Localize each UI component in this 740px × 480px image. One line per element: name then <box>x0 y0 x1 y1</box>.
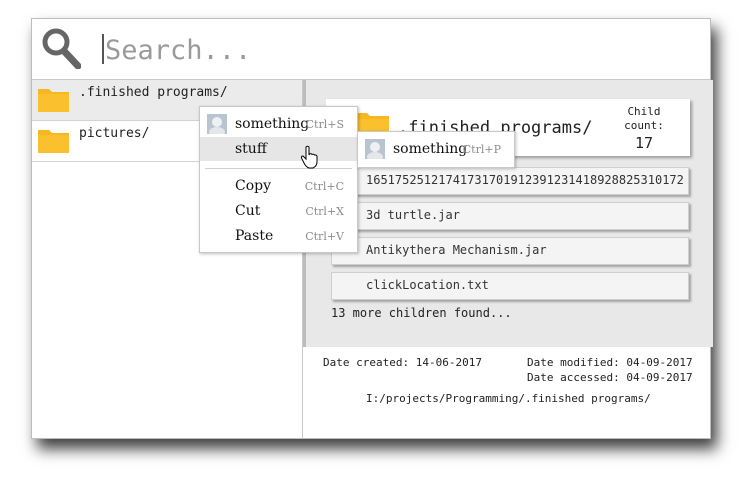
date-accessed: Date accessed: 04-09-2017 <box>527 371 693 384</box>
child-item[interactable]: 3d turtle.jar <box>331 202 689 230</box>
context-menu-label: Cut <box>235 203 261 219</box>
context-menu-label: Paste <box>235 228 274 244</box>
more-children-text: 13 more children found... <box>331 306 512 320</box>
submenu: something Ctrl+P <box>357 131 515 168</box>
folder-icon <box>38 89 69 112</box>
context-menu-item-something[interactable]: something Ctrl+S <box>200 112 357 136</box>
folder-info: Date created: 14-06-2017 Date modified: … <box>303 347 710 438</box>
folder-icon <box>38 130 69 153</box>
hand-cursor-icon <box>300 145 318 169</box>
context-menu-label: something <box>235 116 310 132</box>
folder-path: I:/projects/Programming/.finished progra… <box>366 392 651 405</box>
search-bar <box>32 19 710 80</box>
search-input[interactable] <box>103 30 667 70</box>
folder-list-item-label: pictures/ <box>79 126 150 141</box>
child-item-label: 3d turtle.jar <box>366 208 460 222</box>
context-menu: something Ctrl+S stuff Copy Ctrl+C Cut C… <box>199 106 358 253</box>
avatar-icon <box>365 139 385 159</box>
child-item[interactable]: clickLocation.txt <box>331 272 689 300</box>
date-created: Date created: 14-06-2017 <box>323 356 482 369</box>
submenu-item-something[interactable]: something Ctrl+P <box>358 137 514 161</box>
app-window: .finished programs/ pictures/ .finished … <box>31 18 713 439</box>
child-count-label: Child count: <box>624 105 664 132</box>
child-item-label: Antikythera Mechanism.jar <box>366 243 547 257</box>
child-item-label: 1651752512174173170191239123141892882531… <box>366 173 684 187</box>
context-menu-label: Copy <box>235 178 272 194</box>
avatar-icon <box>207 114 227 134</box>
date-modified: Date modified: 04-09-2017 <box>527 356 693 369</box>
context-menu-shortcut: Ctrl+V <box>305 230 344 243</box>
submenu-label: something <box>393 141 468 157</box>
context-menu-shortcut: Ctrl+S <box>305 118 344 131</box>
context-menu-item-copy[interactable]: Copy Ctrl+C <box>200 174 357 198</box>
child-item[interactable]: Antikythera Mechanism.jar <box>331 237 689 265</box>
context-menu-separator <box>205 168 352 169</box>
context-menu-label: stuff <box>235 141 267 157</box>
context-menu-item-cut[interactable]: Cut Ctrl+X <box>200 199 357 223</box>
context-menu-shortcut: Ctrl+X <box>305 205 344 218</box>
child-item[interactable]: 1651752512174173170191239123141892882531… <box>331 167 689 195</box>
submenu-shortcut: Ctrl+P <box>462 143 501 156</box>
child-item-label: clickLocation.txt <box>366 278 489 292</box>
folder-list-item-label: .finished programs/ <box>79 85 228 100</box>
context-menu-item-paste[interactable]: Paste Ctrl+V <box>200 224 357 248</box>
folder-details: .finished programs/ Child count: 17 1651… <box>303 80 713 347</box>
context-menu-shortcut: Ctrl+C <box>304 180 344 193</box>
search-icon[interactable] <box>41 27 81 69</box>
child-count-value: 17 <box>634 134 654 152</box>
context-menu-item-stuff[interactable]: stuff <box>200 137 357 161</box>
